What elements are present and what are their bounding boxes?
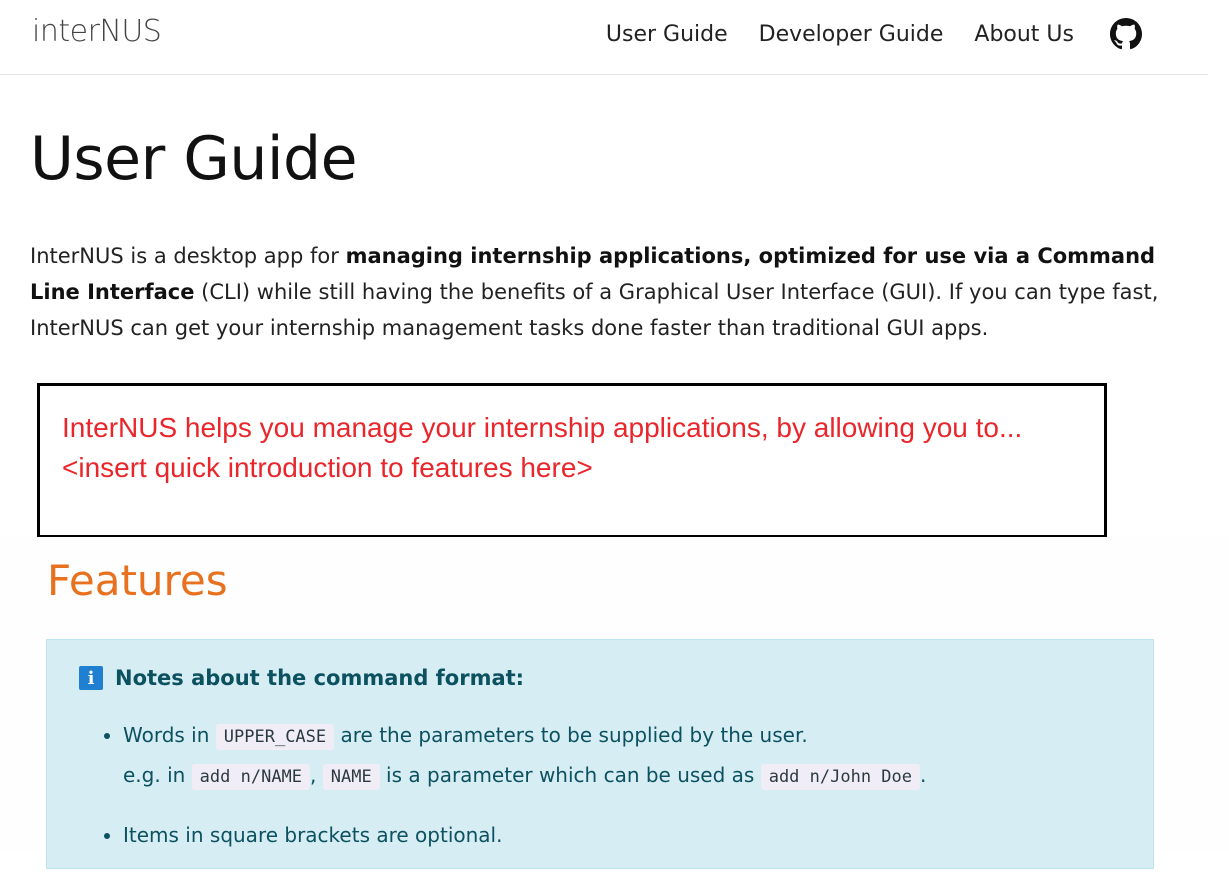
list-item: Words in UPPER_CASE are the parameters t… [123, 716, 1143, 796]
code-upper-case: UPPER_CASE [215, 724, 335, 750]
note-text: are the parameters to be supplied by the… [334, 723, 808, 747]
list-item: Items in square brackets are optional. [123, 816, 1143, 854]
alert-title: Notes about the command format: [115, 666, 525, 690]
notes-list: Words in UPPER_CASE are the parameters t… [107, 716, 1143, 874]
nav-link-user-guide[interactable]: User Guide [606, 22, 728, 47]
alert-header: i Notes about the command format: [79, 666, 524, 690]
nav-links: User Guide Developer Guide About Us [575, 18, 1142, 50]
intro-note-box: InterNUS helps you manage your internshi… [37, 383, 1107, 538]
note-text: . [920, 763, 927, 787]
brand-logo[interactable]: interNUS [32, 14, 162, 49]
nav-link-about-us[interactable]: About Us [974, 22, 1074, 47]
github-icon[interactable] [1110, 18, 1142, 50]
intro-text-2: (CLI) while still having the benefits of… [30, 280, 1159, 340]
code-name: NAME [322, 764, 380, 790]
code-add-john-doe: add n/John Doe [760, 764, 920, 790]
command-format-alert: i Notes about the command format: Words … [46, 639, 1154, 869]
navbar: interNUS User Guide Developer Guide Abou… [0, 0, 1208, 75]
intro-text-1: InterNUS is a desktop app for [30, 244, 346, 268]
intro-note-text: InterNUS helps you manage your internshi… [62, 412, 1023, 483]
note-text: Words in [123, 723, 216, 747]
info-icon: i [79, 666, 103, 690]
code-add-name: add n/NAME [191, 764, 311, 790]
nav-link-developer-guide[interactable]: Developer Guide [759, 22, 944, 47]
note-text: , [310, 763, 323, 787]
intro-paragraph: InterNUS is a desktop app for managing i… [30, 238, 1170, 346]
page-title: User Guide [30, 124, 358, 194]
note-text: e.g. in [123, 763, 192, 787]
note-text: is a parameter which can be used as [379, 763, 761, 787]
features-heading: Features [47, 556, 228, 605]
